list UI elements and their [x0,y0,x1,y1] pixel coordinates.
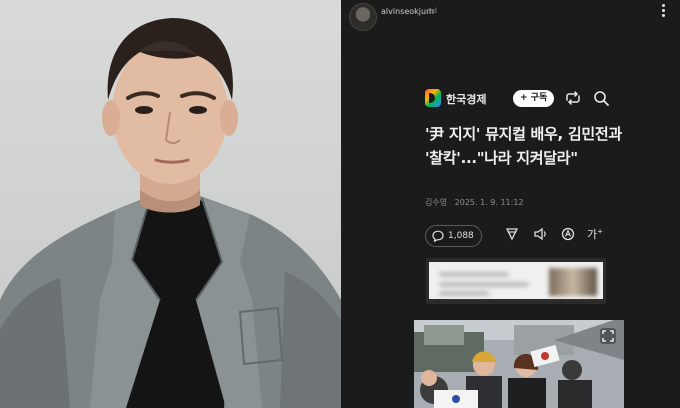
publisher-bar: 한국경제 + 구독 [413,78,625,107]
comment-icon [432,230,444,242]
summary-icon[interactable] [505,227,519,241]
article-photo[interactable] [414,320,624,408]
publish-date: 2025. 1. 9. 11:12 [454,198,524,207]
daum-logo-icon [425,89,441,107]
phone-screenshot: alvinseokjum 1d 한국경제 + 구독 '尹 지지' 뮤지컬 배우,… [341,0,680,408]
article-headline: '尹 지지' 뮤지컬 배우, 김민전과 '찰칵'..."나라 지켜달라" [425,125,622,167]
avatar[interactable] [349,3,377,31]
subscribe-button[interactable]: + 구독 [513,90,555,107]
article-byline: 김수영 2025. 1. 9. 11:12 [425,197,524,208]
author-name[interactable]: 김수영 [425,198,447,207]
speaker-icon[interactable] [533,227,549,241]
man-portrait-illustration [0,18,341,408]
portrait-photo [0,0,341,408]
rally-photo-illustration [414,320,624,408]
instagram-header: alvinseokjum 1d [341,0,680,31]
search-icon[interactable] [593,90,609,106]
share-icon[interactable] [565,91,581,105]
expand-icon[interactable] [600,328,616,344]
article-action-bar: 1,088 가+ [425,225,625,247]
font-size-button[interactable]: 가+ [587,226,603,242]
more-options-icon[interactable] [662,4,666,20]
publisher-name[interactable]: 한국경제 [446,91,486,107]
comments-button[interactable]: 1,088 [425,225,482,247]
username-link[interactable]: alvinseokjum [381,7,434,16]
post-time: 1d [428,7,437,15]
translate-icon[interactable] [561,227,575,241]
comment-count: 1,088 [448,231,474,241]
blurred-ad-banner[interactable] [426,258,606,304]
news-article-card: 한국경제 + 구독 '尹 지지' 뮤지컬 배우, 김민전과 '찰칵'..."나라… [413,78,625,247]
